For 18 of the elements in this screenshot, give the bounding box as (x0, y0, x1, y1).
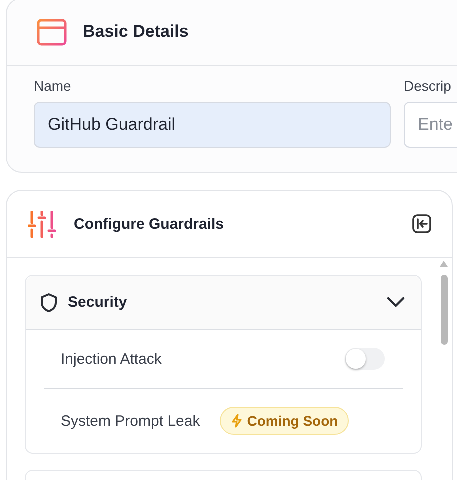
guardrail-label: System Prompt Leak (61, 412, 200, 430)
field-label: Name (34, 78, 72, 94)
field-label: Descrip (404, 78, 452, 94)
sliders-icon (28, 210, 56, 238)
name-field[interactable]: GitHub Guardrail (34, 102, 391, 148)
scroll-up-icon[interactable] (440, 261, 448, 267)
description-field[interactable]: Ente (404, 102, 457, 148)
shield-icon (40, 292, 58, 312)
section-title: Configure Guardrails (74, 216, 226, 232)
guardrail-label: Injection Attack (61, 350, 163, 368)
scrollbar-thumb[interactable] (440, 275, 448, 345)
panel-title: Security (68, 294, 128, 311)
toggle-switch[interactable] (345, 348, 385, 370)
coming-soon-badge: Coming Soon (220, 407, 350, 435)
collapse-icon[interactable] (412, 214, 432, 234)
window-icon (37, 18, 67, 46)
section-title: Basic Details (83, 22, 189, 42)
chevron-icon[interactable] (387, 297, 405, 308)
